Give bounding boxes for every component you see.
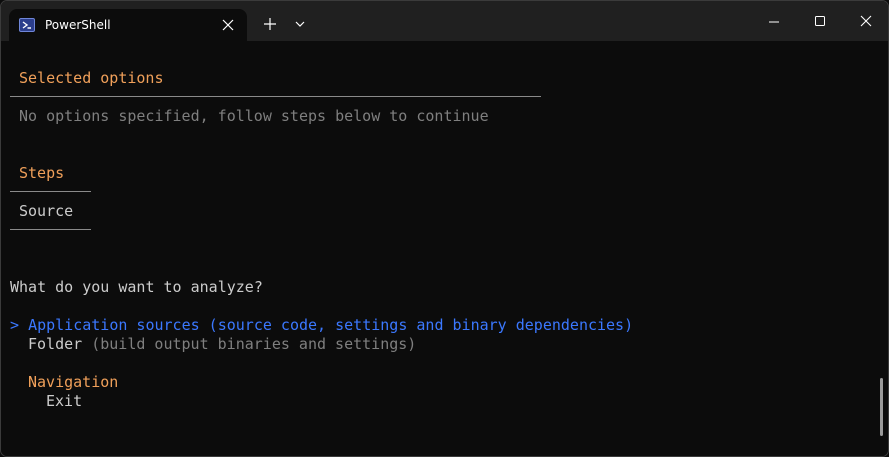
selected-options-divider	[10, 96, 541, 97]
terminal-content[interactable]: Selected options No options specified, f…	[1, 41, 888, 456]
selected-options-heading: Selected options	[19, 69, 164, 87]
powershell-icon	[19, 18, 35, 32]
steps-bottom-divider	[10, 229, 91, 230]
title-bar[interactable]: PowerShell	[1, 1, 888, 41]
tab-powershell[interactable]: PowerShell	[9, 9, 247, 41]
selected-options-body: No options specified, follow steps below…	[19, 107, 489, 125]
steps-divider	[10, 191, 91, 192]
step-current: Source	[19, 202, 74, 220]
option-folder-label: Folder	[28, 335, 83, 353]
option-folder[interactable]: Folder (build output binaries and settin…	[28, 335, 416, 354]
steps-heading: Steps	[19, 164, 65, 182]
option-application-sources[interactable]: > Application sources (source code, sett…	[10, 316, 633, 335]
new-tab-plus-icon[interactable]	[262, 16, 278, 32]
prompt-question: What do you want to analyze?	[10, 278, 263, 296]
navigation-exit[interactable]: Exit	[46, 392, 82, 411]
scrollbar-thumb[interactable]	[880, 378, 883, 436]
maximize-icon[interactable]	[808, 13, 832, 29]
option-application-sources-label: Application sources (source code, settin…	[28, 316, 634, 334]
close-window-icon[interactable]	[854, 13, 878, 29]
navigation-heading: Navigation	[28, 373, 119, 391]
tab-title: PowerShell	[45, 18, 111, 32]
chevron-down-icon[interactable]	[293, 18, 307, 30]
terminal-window: PowerShell Selected options No options s…	[0, 0, 889, 457]
minimize-icon[interactable]	[762, 15, 786, 29]
close-tab-icon[interactable]	[221, 18, 235, 32]
selection-caret: >	[10, 316, 29, 334]
option-folder-description: (build output binaries and settings)	[82, 335, 417, 353]
